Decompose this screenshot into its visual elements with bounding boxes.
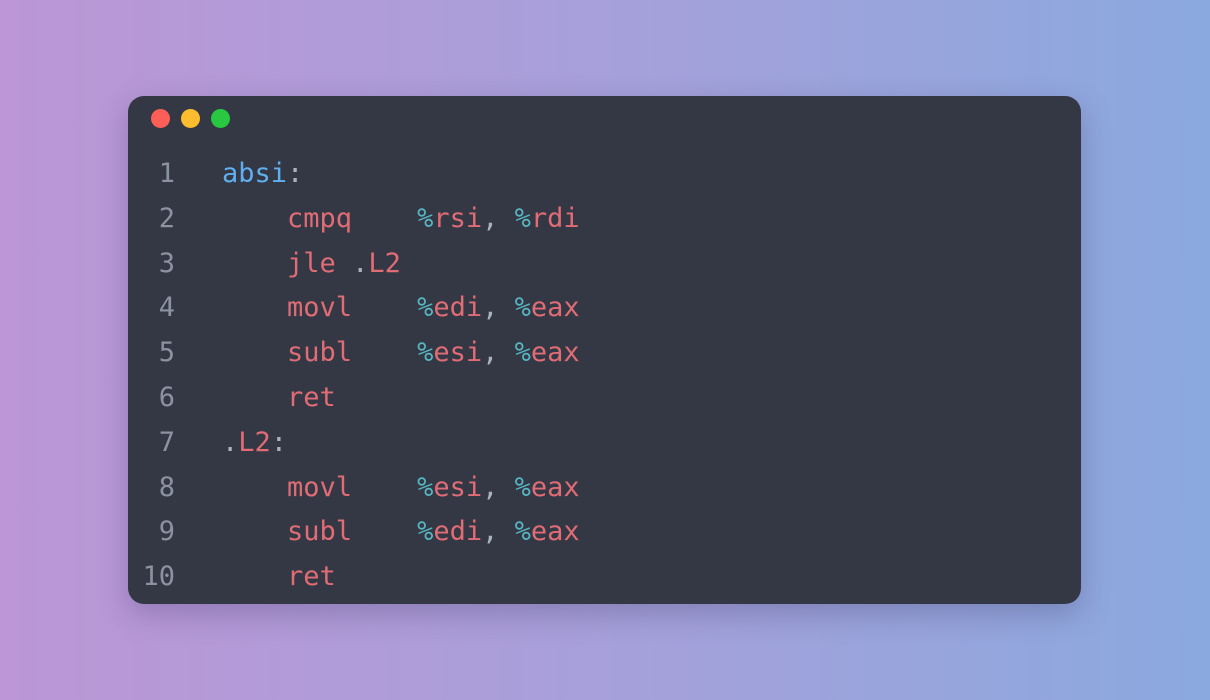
code-token: esi <box>433 471 483 503</box>
code-text: subl %edi, %eax <box>222 510 580 555</box>
code-token: rdi <box>530 202 580 234</box>
code-text: ret <box>222 555 336 600</box>
code-text: ret <box>222 376 336 421</box>
line-number: 7 <box>158 426 175 458</box>
code-token: % <box>417 471 434 503</box>
code-token: % <box>417 202 434 234</box>
code-line: 1 absi: <box>128 152 1081 197</box>
code-text: cmpq %rsi, %rdi <box>222 197 580 242</box>
code-token: : <box>270 426 288 458</box>
code-line: 6 ret <box>128 376 1081 421</box>
code-token: % <box>417 516 434 548</box>
code-token: absi <box>222 158 288 189</box>
close-dot-icon[interactable] <box>151 109 170 128</box>
line-number: 3 <box>158 247 175 279</box>
code-token: jle <box>287 247 336 279</box>
code-token: % <box>417 292 434 324</box>
code-token: movl <box>287 292 353 324</box>
code-line: 9 subl %edi, %eax <box>128 510 1081 555</box>
line-number: 10 <box>142 561 175 593</box>
code-token: edi <box>433 516 483 548</box>
code-token: % <box>514 471 531 503</box>
code-line: 3 jle .L2 <box>128 242 1081 287</box>
code-window: 1 absi: 2 cmpq %rsi, %rdi 3 jle .L2 4 movl %… <box>128 96 1081 604</box>
code-line: 7 .L2: <box>128 421 1081 466</box>
code-block: 1 absi: 2 cmpq %rsi, %rdi 3 jle .L2 4 movl %… <box>128 152 1081 600</box>
code-token: , <box>482 471 515 503</box>
window-controls <box>151 109 230 128</box>
code-text: movl %esi, %eax <box>222 466 580 511</box>
code-token: % <box>514 337 531 369</box>
code-token: % <box>514 202 531 234</box>
code-token: eax <box>530 292 580 324</box>
code-line: 10 ret <box>128 555 1081 600</box>
code-text: .L2: <box>222 421 287 466</box>
code-token: edi <box>433 292 483 324</box>
code-token: % <box>514 292 531 324</box>
minimize-dot-icon[interactable] <box>181 109 200 128</box>
code-line: 4 movl %edi, %eax <box>128 286 1081 331</box>
code-token: , <box>482 337 515 369</box>
line-number: 4 <box>158 292 175 324</box>
code-text: absi: <box>222 152 303 197</box>
code-token: movl <box>287 471 353 503</box>
line-number: 8 <box>158 471 175 503</box>
code-text: jle .L2 <box>222 242 401 287</box>
code-line: 2 cmpq %rsi, %rdi <box>128 197 1081 242</box>
line-number: 2 <box>158 202 175 234</box>
code-token: rsi <box>433 202 483 234</box>
code-line: 5 subl %esi, %eax <box>128 331 1081 376</box>
code-token: L2 <box>368 247 401 279</box>
code-token: . <box>335 247 369 279</box>
code-token: eax <box>530 516 580 548</box>
code-token: ret <box>287 381 336 413</box>
line-number: 9 <box>158 516 175 548</box>
code-token: L2 <box>238 426 271 458</box>
line-number: 1 <box>158 158 175 189</box>
code-token: esi <box>433 337 483 369</box>
code-text: subl %esi, %eax <box>222 331 580 376</box>
maximize-dot-icon[interactable] <box>211 109 230 128</box>
code-token: % <box>417 337 434 369</box>
code-text: movl %edi, %eax <box>222 286 580 331</box>
code-token: . <box>222 426 239 458</box>
code-token: cmpq <box>287 202 353 234</box>
code-token: , <box>482 202 515 234</box>
code-token: : <box>287 158 304 189</box>
code-token: subl <box>287 516 353 548</box>
code-line: 8 movl %esi, %eax <box>128 466 1081 511</box>
code-token: , <box>482 292 515 324</box>
line-number: 5 <box>158 337 175 369</box>
code-token: eax <box>530 471 580 503</box>
line-number: 6 <box>158 381 175 413</box>
code-token: % <box>514 516 531 548</box>
code-token: , <box>482 516 515 548</box>
code-token: eax <box>530 337 580 369</box>
code-token: ret <box>287 561 336 593</box>
code-token: subl <box>287 337 353 369</box>
